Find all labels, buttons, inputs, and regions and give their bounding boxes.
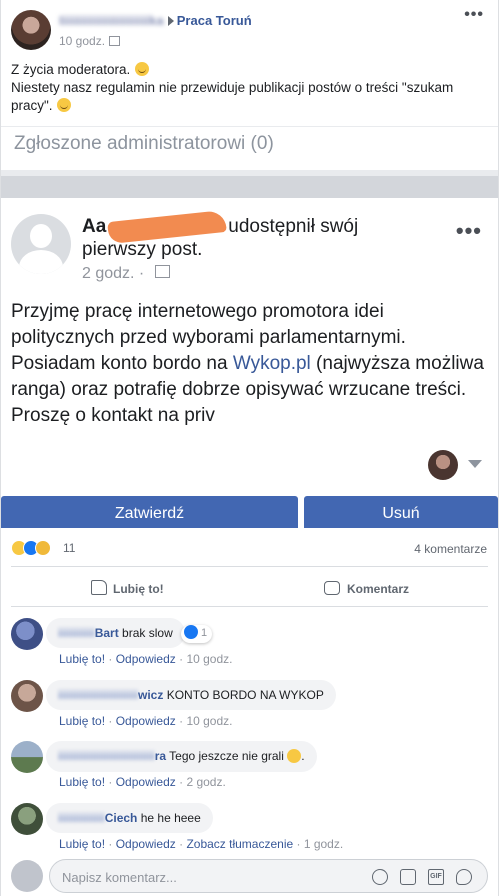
more-options-icon[interactable]: ••• (456, 218, 482, 244)
comment-time[interactable]: 10 godz. (186, 714, 232, 728)
post-body: Przyjmę pracę internetowego promotora id… (11, 299, 491, 429)
sticker-icon[interactable] (456, 869, 472, 885)
post-meta: 10 godz. (59, 34, 121, 48)
commenter-name[interactable]: iiiiiiiiiiiiii (58, 811, 105, 825)
comment-action-label: Komentarz (347, 582, 410, 596)
grin-emoji-icon (135, 62, 150, 77)
comment-input-box[interactable]: Napisz komentarz... GIF (49, 859, 488, 893)
commenter-avatar[interactable] (11, 618, 43, 650)
profile-selector-avatar[interactable] (428, 450, 458, 480)
thumbs-up-icon (91, 580, 107, 596)
comment-reply-link[interactable]: Odpowiedz (116, 714, 176, 728)
comment-bubble: iiiiiiiiiiiiiiiiiiiiiiiiiiiiira Tego jes… (46, 741, 317, 772)
comment-like-link[interactable]: Lubię to! (59, 775, 105, 789)
comment-text: brak slow (122, 626, 173, 640)
commenter-name[interactable]: iiiiiiiiiiiiiiiiiiiiiiii (58, 688, 138, 702)
remove-button[interactable]: Usuń (304, 496, 498, 528)
author-name[interactable]: Iiiiiiiiiiiiiiiiiiiiiiiiika (59, 13, 164, 28)
commenter-avatar[interactable] (11, 680, 43, 712)
emoji-icon[interactable] (372, 869, 388, 885)
post-text: Z życia moderatora. Niestety nasz regula… (11, 61, 491, 115)
post-header: Iiiiiiiiiiiiiiiiiiiiiiiiika Praca Toruń (59, 13, 252, 28)
comments-count[interactable]: 4 komentarze (414, 542, 487, 556)
comment-bubble: iiiiiiiiiiiBart brak slow (46, 618, 185, 648)
comment-bubble: iiiiiiiiiiiiiiCiech he he heee (46, 803, 213, 833)
comment-reply-link[interactable]: Odpowiedz (116, 775, 176, 789)
comment-like-link[interactable]: Lubię to! (59, 652, 105, 666)
arrow-right-icon (167, 15, 174, 26)
author-avatar[interactable] (11, 10, 51, 50)
post-text-line1: Z życia moderatora. (11, 62, 131, 77)
reactions-count: 11 (63, 541, 76, 555)
own-avatar[interactable] (11, 860, 43, 892)
camera-icon[interactable] (400, 869, 416, 885)
comment-input[interactable]: Napisz komentarz... (62, 870, 362, 885)
post-time[interactable]: 10 godz. (59, 34, 105, 48)
feed: Iiiiiiiiiiiiiiiiiiiiiiiiika Praca Toruń 1… (0, 0, 499, 896)
comment-text: he he heee (140, 811, 201, 825)
gif-icon[interactable]: GIF (428, 869, 444, 885)
comment-composer: Napisz komentarz... GIF (1, 854, 498, 896)
like-action-label: Lubię to! (113, 582, 164, 596)
like-action-button[interactable]: Lubię to! (91, 580, 164, 597)
approve-button[interactable]: Zatwierdź (1, 496, 298, 528)
like-count: 1 (201, 626, 208, 639)
audience-icon (154, 265, 170, 279)
commenter-avatar[interactable] (11, 803, 43, 835)
wow-reaction-icon (35, 540, 51, 556)
divider (1, 126, 498, 127)
author-name[interactable]: Aa (82, 216, 106, 237)
comment-like-link[interactable]: Lubię to! (59, 714, 105, 728)
comment-text: KONTO BORDO NA WYKOP (166, 688, 324, 702)
commenter-name-tail[interactable]: ra (155, 749, 166, 763)
comment-actions: Lubię to! · Odpowiedz · 10 godz. (59, 714, 233, 728)
comment-reply-link[interactable]: Odpowiedz (116, 652, 176, 666)
audience-icon (109, 35, 121, 46)
chevron-down-icon[interactable] (468, 460, 482, 468)
reported-to-admin: Zgłoszone administratorowi (0) (14, 133, 274, 154)
feed-gap-shadow (1, 176, 498, 200)
comment-bubble: iiiiiiiiiiiiiiiiiiiiiiiiwicz KONTO BORDO… (46, 680, 336, 710)
comment-time[interactable]: 1 godz. (304, 837, 343, 851)
comment-bubble-icon (324, 580, 340, 595)
commenter-name[interactable]: iiiiiiiiiiiiiiiiiiiiiiiiiiiii (58, 749, 155, 763)
moderator-post: Iiiiiiiiiiiiiiiiiiiiiiiiika Praca Toruń 1… (1, 0, 498, 170)
like-reaction-icon (184, 625, 198, 639)
comment-action-button[interactable]: Komentarz (324, 580, 410, 597)
comment-reply-link[interactable]: Odpowiedz (116, 837, 176, 851)
post-meta: 2 godz. · (82, 265, 170, 283)
comment-actions: Lubię to! · Odpowiedz · 2 godz. (59, 775, 226, 789)
commenter-name-tail[interactable]: Ciech (105, 811, 138, 825)
more-options-icon[interactable]: ••• (464, 6, 484, 24)
default-avatar-icon[interactable] (11, 214, 71, 274)
comment-actions: Lubię to! · Odpowiedz · 10 godz. (59, 652, 233, 666)
post-text-line2: Niestety nasz regulamin nie przewiduje p… (11, 80, 454, 113)
comment-actions: Lubię to! · Odpowiedz · Zobacz tłumaczen… (59, 837, 344, 851)
comment-text: Tego jeszcze nie grali (169, 749, 284, 763)
smile-emoji-icon (57, 98, 72, 113)
divider (11, 566, 488, 567)
post-time[interactable]: 2 godz. (82, 265, 134, 282)
comment-like-count[interactable]: 1 (181, 625, 213, 643)
laughing-emoji-icon (287, 748, 302, 763)
wykop-link[interactable]: Wykop.pl (233, 353, 311, 374)
divider (11, 606, 488, 607)
comment-like-link[interactable]: Lubię to! (59, 837, 105, 851)
commenter-name-tail[interactable]: Bart (95, 626, 119, 640)
post-header: Aa udostępnił swój pierwszy post. (82, 209, 422, 261)
see-translation-link[interactable]: Zobacz tłumaczenie (186, 837, 293, 851)
group-link[interactable]: Praca Toruń (177, 13, 252, 28)
comment-time[interactable]: 2 godz. (186, 775, 225, 789)
commenter-name-tail[interactable]: wicz (138, 688, 163, 702)
comment-time[interactable]: 10 godz. (186, 652, 232, 666)
commenter-name[interactable]: iiiiiiiiiii (58, 626, 95, 640)
pending-post: Aa udostępnił swój pierwszy post. 2 godz.… (1, 198, 498, 896)
commenter-avatar[interactable] (11, 741, 43, 773)
